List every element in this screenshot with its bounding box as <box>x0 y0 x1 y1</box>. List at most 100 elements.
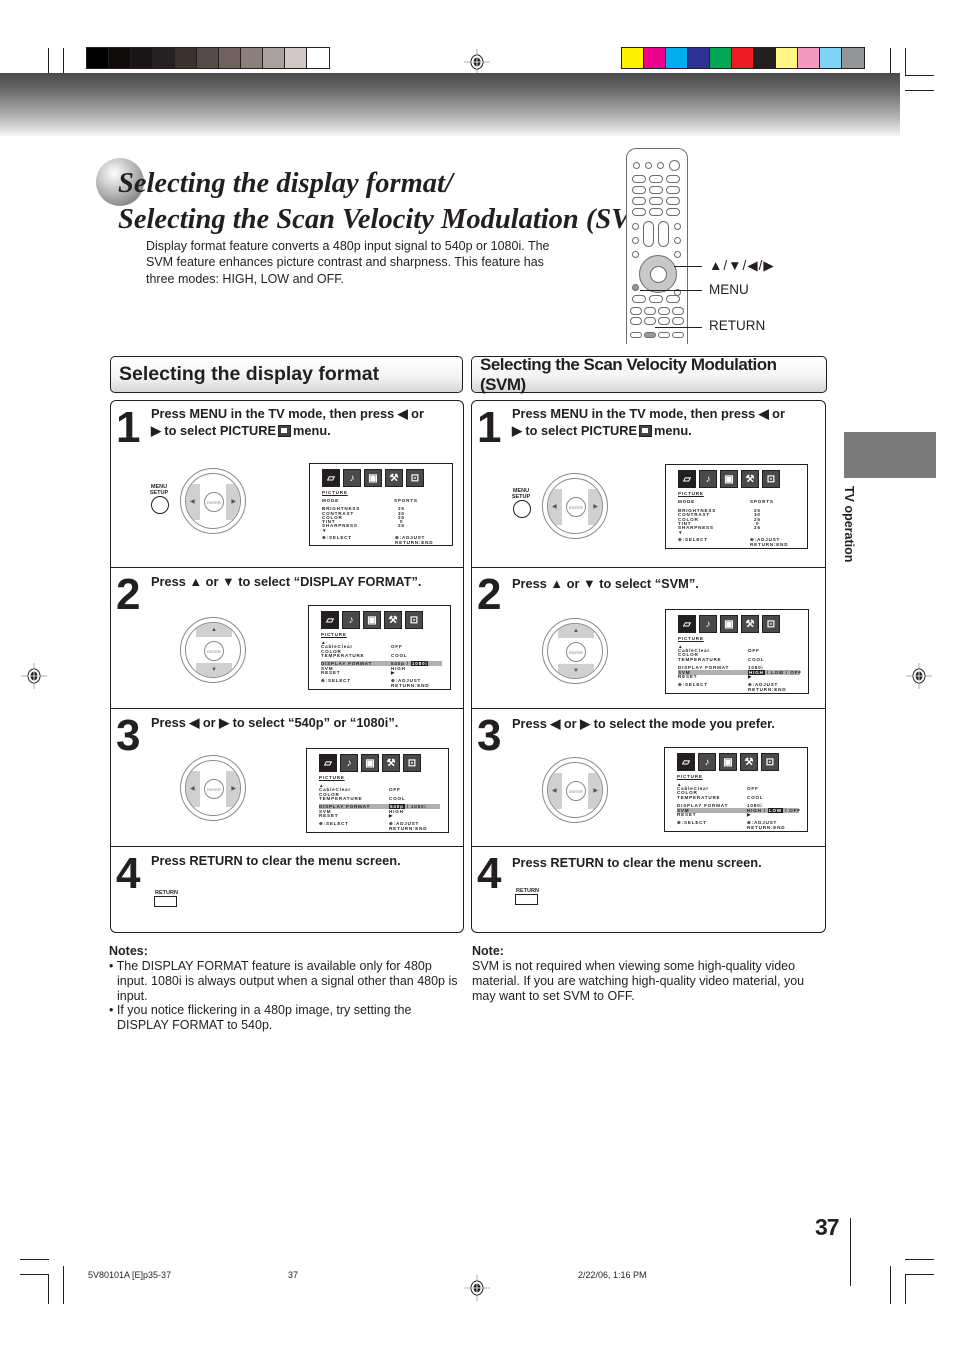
dpad-ring: ENTER ▲ ▼ <box>185 622 241 678</box>
osd-row-mode: MODE SPORTS <box>322 498 444 503</box>
osd-adjust-group: ⊕:ADJUST RETURN:END <box>395 535 433 545</box>
osd-select: :SELECT <box>682 537 708 542</box>
color-swatch <box>87 48 109 68</box>
dpad-left-arrow-icon: ◀ <box>190 499 195 505</box>
step-text-part: menu. <box>293 422 331 438</box>
registration-mark-icon <box>21 663 47 689</box>
osd-icon-row: ▱ ♪ ▣ ⚒ ⊡ <box>322 469 424 487</box>
callout-arrows-label: ▲/▼/◀/▶ <box>709 258 775 273</box>
callout-menu-label: MENU <box>709 282 749 297</box>
step-divider <box>472 567 825 568</box>
notes-list: • The DISPLAY FORMAT feature is availabl… <box>108 959 460 1033</box>
page-title-line-2: Selecting the Scan Velocity Modulation (… <box>118 204 666 235</box>
remote-menu-button <box>632 284 639 291</box>
remote-button <box>632 186 646 194</box>
remote-button <box>632 295 646 303</box>
step-number: 3 <box>477 711 502 760</box>
dpad-enter: ENTER <box>566 497 586 517</box>
step-text-part: menu. <box>654 422 692 438</box>
process-color-bar <box>621 47 865 69</box>
osd-value: SPORTS <box>394 498 418 503</box>
crop-mark <box>20 1274 49 1275</box>
callout-line <box>674 266 702 267</box>
osd-arrow-icon: ▶ <box>391 670 396 675</box>
dpad-left-right-highlight-icon: ENTER ◀ ▶ <box>542 473 608 539</box>
audio-icon: ♪ <box>698 753 716 771</box>
dpad-right-arrow-icon: ▶ <box>231 786 236 792</box>
step-instruction: Press RETURN to clear the menu screen. <box>151 853 401 868</box>
osd-row: RESET ▶ <box>319 813 440 818</box>
osd-footer: ⊕:SELECT ⊕:ADJUST RETURN:END <box>319 821 442 831</box>
crop-mark <box>20 1259 49 1260</box>
dpad-up-down-highlight-icon: ENTER ▲ ▼ <box>180 617 246 683</box>
step-divider <box>472 708 825 709</box>
picture-icon: ▱ <box>319 754 337 772</box>
dpad-left-right-highlight-icon: ENTER ◀ ▶ <box>180 755 246 821</box>
footer-date: 2/22/06, 1:16 PM <box>578 1270 647 1280</box>
osd-footer: ⊕:SELECT ⊕:ADJUST RETURN:END <box>678 537 801 547</box>
osd-title: PICTURE <box>321 632 347 637</box>
step-number: 3 <box>116 711 141 760</box>
osd-scroll-down-icon: ▼ <box>322 528 328 533</box>
step-number: 1 <box>477 403 502 452</box>
dpad-enter: ENTER <box>566 781 586 801</box>
setup-icon: ▣ <box>719 753 737 771</box>
remote-button <box>644 307 656 315</box>
remote-button <box>658 307 670 315</box>
audio-icon: ♪ <box>340 754 358 772</box>
remote-button <box>657 162 664 169</box>
dpad-up-down-highlight-icon: ENTER ▲ ▼ <box>542 618 608 684</box>
remote-button <box>666 186 680 194</box>
color-swatch <box>175 48 197 68</box>
crop-mark <box>48 48 49 76</box>
osd-title: PICTURE <box>677 774 703 779</box>
wrench-icon: ⚒ <box>385 469 403 487</box>
setup-icon: ▣ <box>363 611 381 629</box>
remote-button <box>645 162 652 169</box>
color-swatch <box>307 48 329 68</box>
osd-return-end: RETURN:END <box>395 540 434 545</box>
osd-value: COOL <box>747 795 764 800</box>
remote-button <box>672 332 684 338</box>
dpad-right-arrow-icon: ▶ <box>593 788 598 794</box>
remote-dpad <box>639 255 677 293</box>
osd-icon-row: ▱ ♪ ▣ ⚒ ⊡ <box>678 615 780 633</box>
menu-setup-label: MENU SETUP <box>511 488 531 500</box>
osd-title: PICTURE <box>322 490 348 495</box>
osd-arrow-icon: ▶ <box>389 813 394 818</box>
osd-return-end: RETURN:END <box>750 542 789 547</box>
steps-panel-display-format: 1 Press MENU in the TV mode, then press … <box>110 400 464 933</box>
color-swatch <box>798 48 820 68</box>
channel-rocker <box>658 221 669 247</box>
dpad-right-arrow-icon: ▶ <box>231 499 236 505</box>
grayscale-color-bar <box>86 47 330 69</box>
osd-row: TEMPERATURE COOL <box>678 657 800 662</box>
remote-return-button <box>644 332 656 338</box>
footer-file-name: 5V80101A [E]p35-37 <box>88 1270 172 1280</box>
step-number: 4 <box>477 849 502 898</box>
osd-adjust-group: ⊕:ADJUST RETURN:END <box>748 682 786 692</box>
dpad-ring: ENTER ◀ ▶ <box>185 473 241 529</box>
color-swatch <box>754 48 776 68</box>
audio-icon: ♪ <box>699 470 717 488</box>
osd-svm-menu: ▱ ♪ ▣ ⚒ ⊡ PICTURE ▲ CableClear OFF COLOR … <box>665 609 809 694</box>
dpad-down-arrow-icon: ▼ <box>211 667 217 673</box>
registration-mark-icon <box>464 49 490 75</box>
footer-page: 37 <box>288 1270 299 1280</box>
lock-icon: ⊡ <box>403 754 421 772</box>
audio-icon: ♪ <box>342 611 360 629</box>
crop-mark <box>905 75 934 76</box>
osd-svm-menu: ▱ ♪ ▣ ⚒ ⊡ PICTURE ▲ CableClear OFF COLOR … <box>664 747 808 832</box>
color-swatch <box>197 48 219 68</box>
step-line: Press MENU in the TV mode, then press ◀ … <box>512 406 785 421</box>
step-line: ▶ to select PICTURE menu. <box>512 423 785 440</box>
return-button-icon <box>154 896 177 907</box>
osd-title: PICTURE <box>678 636 704 641</box>
note-item: • The DISPLAY FORMAT feature is availabl… <box>109 959 458 1003</box>
step-text-part: ▶ to select PICTURE <box>151 422 277 438</box>
menu-setup-button-icon <box>151 496 169 514</box>
remote-button <box>649 197 663 205</box>
osd-adjust-group: ⊕:ADJUST RETURN:END <box>750 537 788 547</box>
menu-setup-label: MENU SETUP <box>149 484 169 496</box>
remote-button <box>632 237 639 244</box>
